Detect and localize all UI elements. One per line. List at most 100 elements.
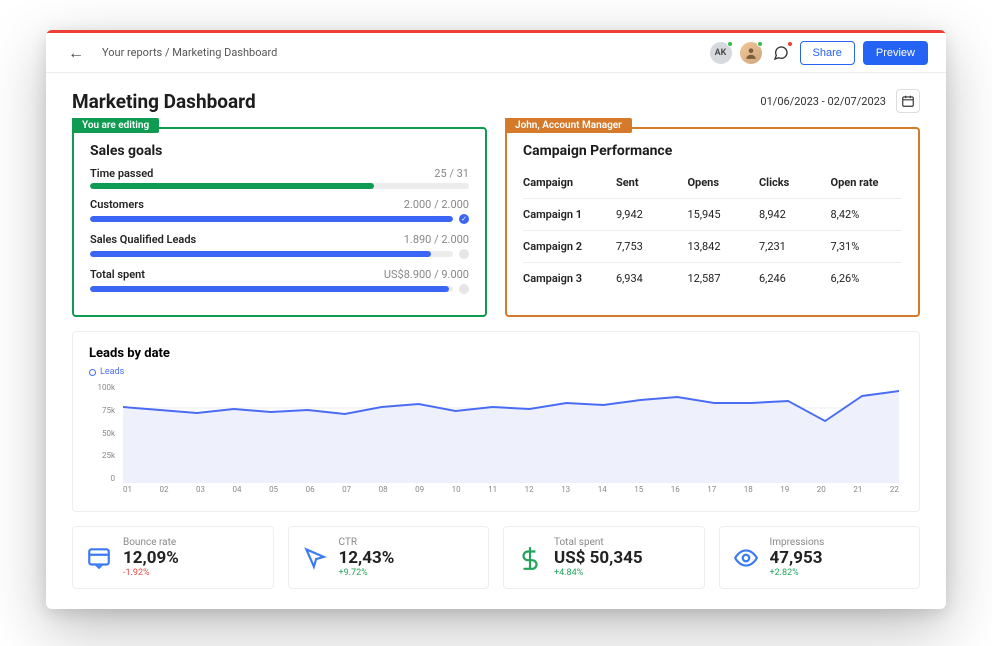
- kpi-label: CTR: [339, 537, 395, 548]
- x-tick: 02: [160, 485, 169, 503]
- breadcrumb[interactable]: Your reports / Marketing Dashboard: [102, 46, 277, 59]
- x-tick: 03: [196, 485, 205, 503]
- avatar-initials: AK: [715, 48, 727, 58]
- goal-value: US$8.900 / 9.000: [384, 268, 469, 281]
- kpi-label: Bounce rate: [123, 537, 179, 548]
- cell-rate: 8,42%: [830, 208, 902, 221]
- x-tick: 11: [488, 485, 497, 503]
- card-title: Sales goals: [90, 143, 469, 159]
- calendar-icon[interactable]: [896, 89, 920, 113]
- cell-rate: 6,26%: [830, 272, 902, 285]
- page-title: Marketing Dashboard: [72, 90, 256, 113]
- goal-row: Time passed 25 / 31: [90, 167, 469, 189]
- cell-opens: 13,842: [687, 240, 759, 253]
- back-arrow-icon[interactable]: ←: [64, 41, 88, 65]
- kpi-card: Bounce rate 12,09% -1.92%: [72, 526, 274, 589]
- avatar-ak[interactable]: AK: [710, 42, 732, 64]
- x-tick: 06: [306, 485, 315, 503]
- y-tick: 75k: [89, 406, 119, 415]
- cell-campaign: Campaign 2: [523, 240, 616, 253]
- x-tick: 12: [525, 485, 534, 503]
- x-tick: 14: [598, 485, 607, 503]
- app-window: ← Your reports / Marketing Dashboard AK …: [46, 30, 946, 609]
- kpi-label: Total spent: [554, 537, 643, 548]
- cell-clicks: 6,246: [759, 272, 831, 285]
- x-tick: 09: [415, 485, 424, 503]
- share-button[interactable]: Share: [800, 41, 855, 65]
- progress-bar: [90, 251, 453, 257]
- x-tick: 15: [634, 485, 643, 503]
- col-header: Open rate: [830, 176, 902, 189]
- kpi-value: 47,953: [770, 548, 825, 568]
- top-bar: ← Your reports / Marketing Dashboard AK …: [46, 33, 946, 73]
- goal-row: Total spent US$8.900 / 9.000: [90, 268, 469, 294]
- cell-clicks: 8,942: [759, 208, 831, 221]
- goal-label: Total spent: [90, 268, 145, 281]
- eye-icon: [732, 544, 760, 572]
- presence-dot-icon: [757, 41, 763, 47]
- goal-row: Sales Qualified Leads 1.890 / 2.000: [90, 233, 469, 259]
- legend-swatch-icon: [89, 369, 96, 376]
- content: Marketing Dashboard 01/06/2023 - 02/07/2…: [46, 73, 946, 609]
- x-tick: 13: [561, 485, 570, 503]
- x-tick: 22: [890, 485, 899, 503]
- col-header: Clicks: [759, 176, 831, 189]
- cell-opens: 15,945: [687, 208, 759, 221]
- sales-goals-card: You are editing Sales goals Time passed2…: [72, 127, 487, 317]
- kpi-value: US$ 50,345: [554, 548, 643, 568]
- x-tick: 16: [671, 485, 680, 503]
- preview-button[interactable]: Preview: [863, 41, 928, 65]
- progress-bar: [90, 216, 453, 222]
- browser-icon: [85, 544, 113, 572]
- goal-row: Customers 2.000 / 2.000 ✓: [90, 198, 469, 224]
- kpi-label: Impressions: [770, 537, 825, 548]
- dot-icon: [459, 284, 469, 294]
- chat-icon[interactable]: [770, 42, 792, 64]
- campaign-performance-card: John, Account Manager Campaign Performan…: [505, 127, 920, 317]
- col-header: Sent: [616, 176, 688, 189]
- editing-tag: You are editing: [72, 118, 159, 133]
- cell-rate: 7,31%: [830, 240, 902, 253]
- y-tick: 100k: [89, 383, 119, 392]
- table-row: Campaign 19,94215,9458,9428,42%: [523, 199, 902, 231]
- cell-sent: 6,934: [616, 272, 688, 285]
- date-range: 01/06/2023 - 02/07/2023: [760, 95, 886, 108]
- kpi-card: Total spent US$ 50,345 +4.84%: [503, 526, 705, 589]
- y-tick: 50k: [89, 429, 119, 438]
- avatar-photo[interactable]: [740, 42, 762, 64]
- goal-value: 2.000 / 2.000: [404, 198, 469, 211]
- cursor-icon: [301, 544, 329, 572]
- col-header: Campaign: [523, 176, 616, 189]
- x-tick: 10: [452, 485, 461, 503]
- card-title: Leads by date: [89, 346, 903, 361]
- x-tick: 07: [342, 485, 351, 503]
- kpi-delta: +9.72%: [339, 568, 395, 578]
- goal-label: Customers: [90, 198, 144, 211]
- legend-label: Leads: [100, 367, 124, 377]
- goal-label: Time passed: [90, 167, 153, 180]
- x-tick: 21: [853, 485, 862, 503]
- chart-legend: Leads: [89, 367, 903, 377]
- goal-value: 1.890 / 2.000: [404, 233, 469, 246]
- table-row: Campaign 36,93412,5876,2466,26%: [523, 263, 902, 294]
- y-tick: 0: [89, 474, 119, 483]
- x-tick: 20: [817, 485, 826, 503]
- notification-dot-icon: [787, 41, 793, 47]
- kpi-card: Impressions 47,953 +2.82%: [719, 526, 921, 589]
- y-tick: 25k: [89, 451, 119, 460]
- goal-label: Sales Qualified Leads: [90, 233, 196, 246]
- cell-opens: 12,587: [687, 272, 759, 285]
- x-tick: 01: [123, 485, 132, 503]
- x-tick: 08: [379, 485, 388, 503]
- x-tick: 04: [233, 485, 242, 503]
- dollar-icon: [516, 544, 544, 572]
- cell-sent: 9,942: [616, 208, 688, 221]
- line-chart[interactable]: 100k75k50k25k0 0102030405060708091011121…: [89, 383, 903, 503]
- check-icon: ✓: [459, 214, 469, 224]
- progress-bar: [90, 183, 469, 189]
- kpi-delta: -1.92%: [123, 568, 179, 578]
- kpi-card: CTR 12,43% +9.72%: [288, 526, 490, 589]
- x-tick: 19: [780, 485, 789, 503]
- kpi-delta: +4.84%: [554, 568, 643, 578]
- goal-value: 25 / 31: [434, 167, 469, 180]
